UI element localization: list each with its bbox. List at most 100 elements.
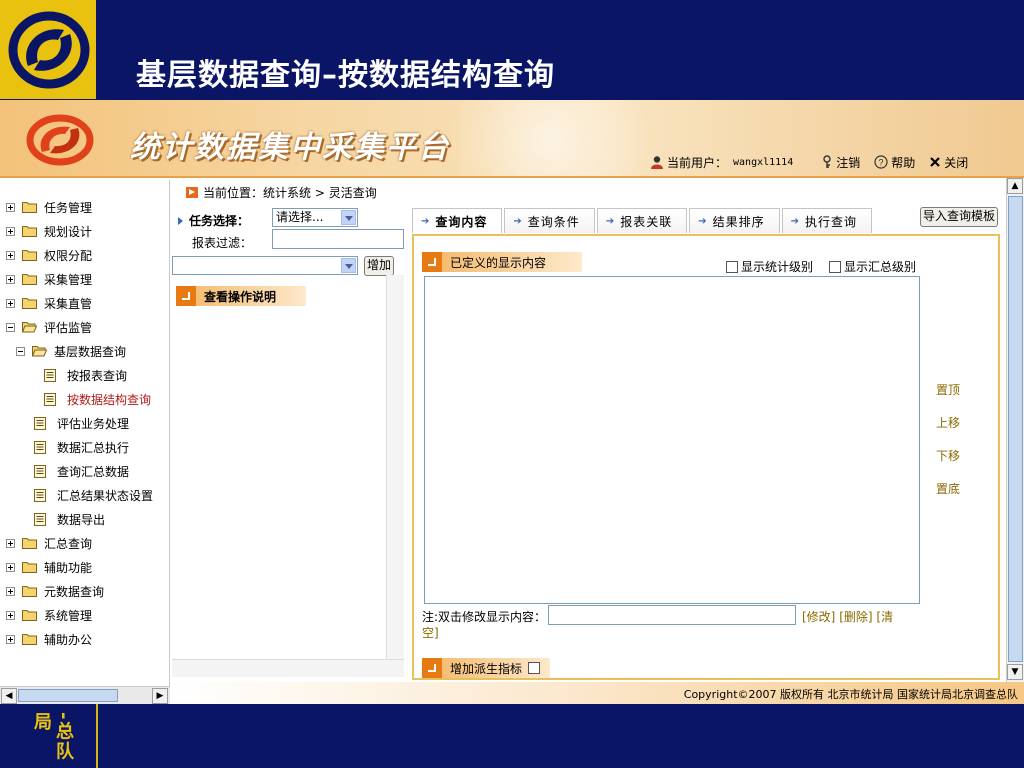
expand-icon[interactable]: [6, 634, 15, 644]
chevron-down-icon[interactable]: [341, 210, 356, 225]
collapse-icon[interactable]: [16, 346, 25, 356]
nav-item-label: 汇总结果状态设置: [57, 488, 154, 503]
nav-item[interactable]: 辅助办公: [6, 628, 92, 650]
nav-item[interactable]: 任务管理: [6, 196, 92, 218]
task-panel-horizontal-scrollbar[interactable]: [172, 659, 404, 677]
document-icon: [34, 512, 46, 526]
nav-item[interactable]: 按报表查询: [44, 364, 127, 386]
scroll-thumb[interactable]: [1008, 196, 1023, 662]
folder-icon: [22, 202, 37, 213]
move-up-link[interactable]: 上移: [936, 414, 960, 431]
expand-icon[interactable]: [6, 250, 15, 260]
nav-item-label: 采集管理: [44, 272, 93, 287]
clear-link-part1[interactable]: [清: [876, 610, 893, 624]
move-down-link[interactable]: 下移: [936, 447, 960, 464]
scroll-right-button[interactable]: ▶: [152, 688, 168, 704]
show-stat-level-checkbox[interactable]: [726, 260, 738, 273]
help-link[interactable]: ? 帮助: [874, 154, 915, 171]
document-icon: [44, 392, 56, 406]
chevron-right-icon: ➔: [698, 215, 708, 227]
help-icon: ?: [874, 155, 888, 169]
modify-link[interactable]: [修改]: [802, 610, 835, 624]
scroll-thumb[interactable]: [18, 689, 118, 702]
arrow-right-icon: [186, 187, 198, 198]
close-link[interactable]: 关闭: [929, 154, 968, 171]
tab[interactable]: ➔ 报表关联: [596, 208, 688, 233]
expand-icon[interactable]: [6, 298, 15, 308]
display-content-input[interactable]: [548, 605, 796, 625]
nav-item-label: 元数据查询: [44, 584, 105, 599]
nav-item[interactable]: 采集直管: [6, 292, 92, 314]
nav-item[interactable]: 汇总查询: [6, 532, 92, 554]
nav-horizontal-scrollbar[interactable]: ◀ ▶: [0, 686, 170, 704]
add-derived-indicator-checkbox[interactable]: [528, 662, 541, 674]
nav-item-label: 采集直管: [44, 296, 93, 311]
nav-item[interactable]: 按数据结构查询: [44, 388, 151, 410]
expand-icon[interactable]: [6, 226, 15, 236]
expand-icon[interactable]: [6, 202, 15, 212]
import-template-button[interactable]: 导入查询模板: [920, 207, 998, 227]
nav-item[interactable]: 权限分配: [6, 244, 92, 266]
folder-icon: [22, 274, 37, 285]
add-button[interactable]: 增加: [364, 256, 394, 276]
query-tabs: ➔ 查询内容 ➔ 查询条件 ➔ 报表关联 ➔ 结果排序 ➔ 执行查询: [412, 208, 874, 234]
chevron-right-icon: ➔: [513, 215, 523, 227]
slide: 基层数据查询–按数据结构查询 统计数据集中采集平台 当前用户： wangxl11…: [0, 0, 1024, 768]
expand-icon[interactable]: [6, 274, 15, 284]
nav-item[interactable]: 汇总结果状态设置: [34, 484, 153, 506]
document-icon: [34, 464, 46, 478]
expand-icon[interactable]: [6, 562, 15, 572]
logout-label: 注销: [836, 155, 861, 170]
task-panel-vertical-scrollbar[interactable]: [386, 275, 404, 659]
tab[interactable]: ➔ 执行查询: [781, 208, 873, 233]
chevron-down-icon[interactable]: [341, 258, 356, 273]
tab[interactable]: ➔ 查询内容: [412, 208, 503, 233]
nav-item[interactable]: 评估业务处理: [34, 412, 129, 434]
scroll-down-button[interactable]: ▼: [1007, 664, 1023, 680]
app-window: 统计数据集中采集平台 当前用户： wangxl1114 注销 ? 帮助 关闭 任…: [0, 100, 1024, 704]
nav-item[interactable]: 规划设计: [6, 220, 92, 242]
nav-item[interactable]: 数据导出: [34, 508, 105, 530]
report-select[interactable]: [172, 256, 358, 275]
nav-item[interactable]: 系统管理: [6, 604, 92, 626]
show-stat-level-label: 显示统计级别: [741, 260, 814, 274]
move-top-link[interactable]: 置顶: [936, 381, 960, 398]
clear-link-part2[interactable]: 空]: [422, 624, 439, 641]
expand-icon[interactable]: [6, 610, 15, 620]
app-footer: Copyright©2007 版权所有 北京市统计局 国家统计局北京调查总队: [170, 682, 1024, 704]
view-instructions-button[interactable]: 查看操作说明: [176, 286, 306, 306]
nav-item[interactable]: 采集管理: [6, 268, 92, 290]
defined-content-label: 已定义的显示内容: [450, 255, 547, 270]
move-bottom-link[interactable]: 置底: [936, 480, 960, 497]
slide-title: 基层数据查询–按数据结构查询: [136, 58, 555, 93]
expand-icon[interactable]: [6, 538, 15, 548]
tab[interactable]: ➔ 结果排序: [689, 208, 780, 233]
nav-item[interactable]: 查询汇总数据: [34, 460, 129, 482]
nav-item-label: 查询汇总数据: [57, 464, 130, 479]
scroll-up-button[interactable]: ▲: [1007, 178, 1023, 194]
show-summary-level-checkbox[interactable]: [829, 260, 842, 273]
logout-link[interactable]: 注销: [821, 154, 860, 171]
display-content-list[interactable]: [424, 276, 920, 604]
nav-item[interactable]: 元数据查询: [6, 580, 104, 602]
close-label: 关闭: [944, 155, 969, 170]
copyright-text: Copyright©2007 版权所有 北京市统计局 国家统计局北京调查总队: [683, 688, 1018, 701]
report-filter-input[interactable]: [272, 229, 404, 249]
expand-icon[interactable]: [6, 586, 15, 596]
collapse-icon[interactable]: [6, 322, 15, 332]
nav-item[interactable]: 评估监管: [6, 316, 92, 338]
scroll-left-button[interactable]: ◀: [1, 688, 17, 704]
nav-item[interactable]: 辅助功能: [6, 556, 92, 578]
tab[interactable]: ➔ 查询条件: [504, 208, 595, 233]
nav-item[interactable]: 基层数据查询: [16, 340, 126, 362]
task-select[interactable]: 请选择...: [272, 208, 358, 227]
add-derived-indicator-label: 增加派生指标: [450, 661, 523, 676]
folder-icon: [22, 538, 37, 549]
delete-link[interactable]: [删除]: [839, 610, 872, 624]
nav-item-label: 数据导出: [57, 512, 106, 527]
bottom-left-text: -总队局: [31, 712, 74, 762]
chevron-right-icon: ➔: [605, 215, 616, 227]
nav-item[interactable]: 数据汇总执行: [34, 436, 129, 458]
stats-logo-icon: [8, 11, 90, 89]
main-vertical-scrollbar[interactable]: ▲ ▼: [1006, 178, 1024, 682]
